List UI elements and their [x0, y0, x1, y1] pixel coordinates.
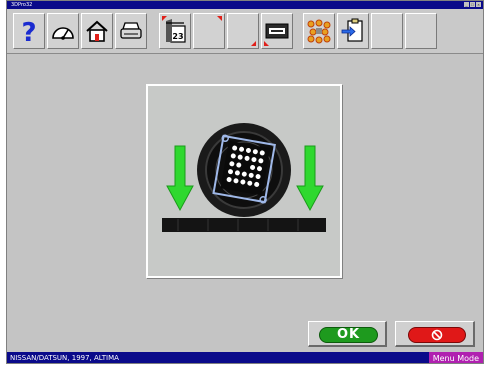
corner-marker: [264, 41, 269, 46]
cancel-button[interactable]: [395, 321, 475, 347]
window-controls: _ □ ×: [464, 2, 481, 7]
content-area: OK: [7, 54, 483, 352]
window-title: 3DPro32: [11, 2, 33, 8]
calendar-icon: 23: [166, 19, 186, 43]
clipboard-arrow-icon: [341, 18, 363, 42]
toolbar: ? 23: [7, 9, 483, 54]
wheel-targets-icon: [307, 19, 331, 44]
toolbar-blank-button-1[interactable]: [193, 13, 225, 49]
gauge-icon: [52, 27, 74, 40]
maximize-button[interactable]: □: [470, 2, 475, 7]
cancel-icon: [431, 329, 443, 341]
status-bar: NISSAN/DATSUN, 1997, ALTIMA Menu Mode: [7, 352, 483, 363]
app-window: 3DPro32 _ □ × ? 23 OK NISSAN/DATSUN, 199…: [6, 0, 484, 364]
toolbar-blank-button-2[interactable]: [227, 13, 259, 49]
print-button[interactable]: [115, 13, 147, 49]
question-mark-icon: ?: [21, 18, 36, 45]
toolbar-blank-button-4[interactable]: [405, 13, 437, 49]
svg-text:?: ?: [21, 18, 36, 45]
svg-text:23: 23: [172, 32, 183, 41]
menu-mode-badge[interactable]: Menu Mode: [428, 352, 483, 363]
gauge-button[interactable]: [47, 13, 79, 49]
ok-label: OK: [319, 327, 378, 343]
printer-icon: [120, 22, 142, 39]
cancel-pill: [408, 327, 466, 343]
home-button[interactable]: [81, 13, 113, 49]
monitor-icon: [265, 23, 289, 39]
instruction-panel: [146, 84, 342, 278]
toolbar-blank-button-3[interactable]: [371, 13, 403, 49]
ok-button[interactable]: OK: [308, 321, 387, 347]
close-button[interactable]: ×: [476, 2, 481, 7]
clipboard-button[interactable]: [337, 13, 369, 49]
targets-button[interactable]: [303, 13, 335, 49]
wheel-target-lower-icon: [162, 123, 326, 232]
vehicle-info: NISSAN/DATSUN, 1997, ALTIMA: [10, 354, 119, 362]
calendar-button[interactable]: 23: [159, 13, 191, 49]
title-bar: 3DPro32 _ □ ×: [7, 1, 483, 9]
monitor-button[interactable]: [261, 13, 293, 49]
house-icon: [86, 20, 108, 42]
corner-marker: [251, 41, 256, 46]
corner-marker: [217, 16, 222, 21]
minimize-button[interactable]: _: [464, 2, 469, 7]
help-button[interactable]: ?: [13, 13, 45, 49]
corner-marker: [162, 16, 167, 21]
